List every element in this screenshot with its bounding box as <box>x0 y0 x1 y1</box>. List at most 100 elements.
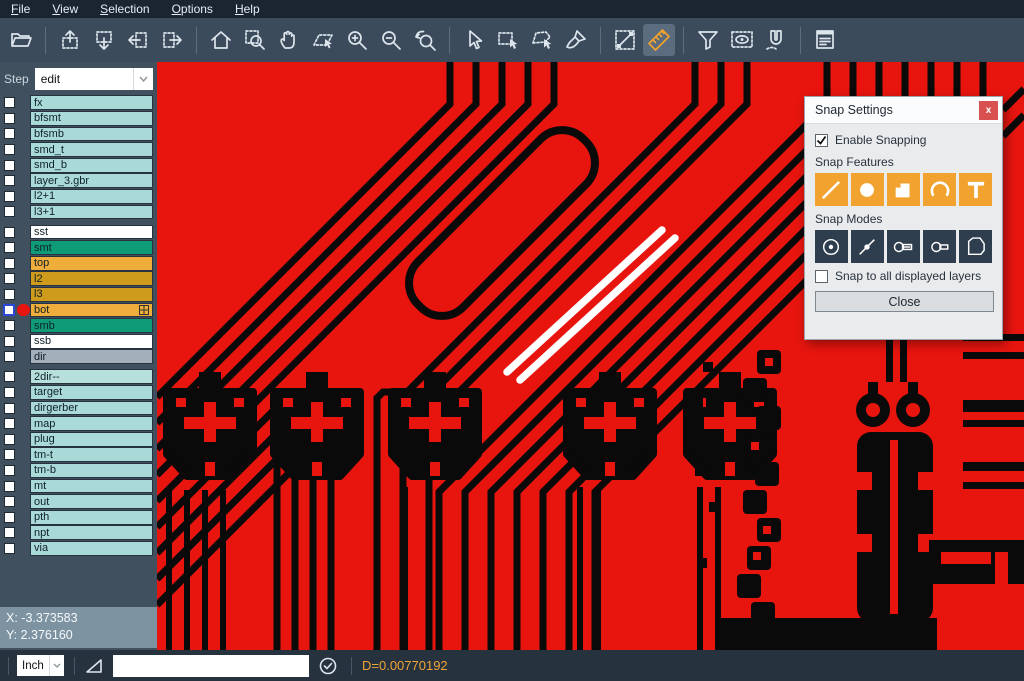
snap-button[interactable] <box>760 24 792 56</box>
zoom-out-button[interactable] <box>375 24 407 56</box>
layer-visibility-checkbox[interactable] <box>4 206 15 217</box>
layer-label[interactable]: sst <box>30 225 153 240</box>
layer-visibility-checkbox[interactable] <box>4 543 15 554</box>
close-button[interactable]: Close <box>815 291 994 312</box>
layer-label[interactable]: fx <box>30 95 153 110</box>
layer-label[interactable]: via <box>30 541 153 556</box>
layer-label[interactable]: l2 <box>30 271 153 286</box>
pan-hand-button[interactable] <box>273 24 305 56</box>
pan-down-button[interactable] <box>88 24 120 56</box>
layer-row[interactable]: dir <box>0 349 157 365</box>
layer-visibility-checkbox[interactable] <box>4 371 15 382</box>
layer-visibility-checkbox[interactable] <box>4 403 15 414</box>
command-input[interactable] <box>113 655 309 677</box>
snap-all-layers-checkbox[interactable] <box>815 270 828 283</box>
menu-item[interactable]: Help <box>224 1 271 18</box>
layer-label[interactable]: smt <box>30 240 153 255</box>
filter-button[interactable] <box>692 24 724 56</box>
layer-label[interactable]: npt <box>30 525 153 540</box>
layer-row[interactable]: l3 <box>0 287 157 303</box>
layer-label[interactable]: bot <box>30 303 153 318</box>
layer-visibility-checkbox[interactable] <box>4 273 15 284</box>
zoom-home-button[interactable] <box>205 24 237 56</box>
layer-label[interactable]: target <box>30 385 153 400</box>
layer-row[interactable]: l2+1 <box>0 189 157 205</box>
layer-label[interactable]: out <box>30 494 153 509</box>
layer-row[interactable]: l2 <box>0 271 157 287</box>
snap-feature-arc-button[interactable] <box>923 173 956 206</box>
snap-feature-pad-button[interactable] <box>851 173 884 206</box>
layer-row[interactable]: smd_b <box>0 157 157 173</box>
layer-label[interactable]: smd_b <box>30 158 153 173</box>
layer-visibility-checkbox[interactable] <box>4 481 15 492</box>
enable-snapping-checkbox[interactable] <box>815 134 828 147</box>
layer-visibility-checkbox[interactable] <box>4 144 15 155</box>
layer-visibility-checkbox[interactable] <box>4 351 15 362</box>
layer-visibility-checkbox[interactable] <box>4 160 15 171</box>
layer-row[interactable]: out <box>0 494 157 510</box>
layer-label[interactable]: plug <box>30 432 153 447</box>
layer-row[interactable]: smd_t <box>0 142 157 158</box>
layer-row[interactable]: tm-b <box>0 463 157 479</box>
layer-row[interactable]: target <box>0 385 157 401</box>
layer-visibility-checkbox[interactable] <box>4 289 15 300</box>
layer-row[interactable]: top <box>0 255 157 271</box>
layer-visibility-checkbox[interactable] <box>4 258 15 269</box>
layer-visibility-checkbox[interactable] <box>4 465 15 476</box>
layer-label[interactable]: top <box>30 256 153 271</box>
layer-visibility-checkbox[interactable] <box>4 512 15 523</box>
units-select[interactable]: Inch <box>17 655 64 676</box>
layer-visibility-checkbox[interactable] <box>4 387 15 398</box>
clear-brush-button[interactable] <box>560 24 592 56</box>
snap-feature-line-button[interactable] <box>815 173 848 206</box>
layer-label[interactable]: dir <box>30 349 153 364</box>
pan-right-button[interactable] <box>156 24 188 56</box>
layer-row[interactable]: via <box>0 541 157 557</box>
layer-row[interactable]: plug <box>0 431 157 447</box>
layer-label[interactable]: smb <box>30 318 153 333</box>
layer-visibility-checkbox[interactable] <box>4 227 15 238</box>
layer-label[interactable]: mt <box>30 479 153 494</box>
layer-visibility-checkbox[interactable] <box>4 113 15 124</box>
snap-feature-text-button[interactable] <box>959 173 992 206</box>
layer-visibility-checkbox[interactable] <box>3 304 15 316</box>
layer-label[interactable]: l2+1 <box>30 189 153 204</box>
layer-row[interactable]: dirgerber <box>0 400 157 416</box>
menu-item[interactable]: File <box>0 1 41 18</box>
layer-visibility-checkbox[interactable] <box>4 320 15 331</box>
snap-mode-pad-end-button[interactable] <box>923 230 956 263</box>
step-select[interactable]: edit <box>35 68 153 90</box>
dialog-close-button[interactable]: x <box>979 101 998 120</box>
layer-row[interactable]: map <box>0 416 157 432</box>
layer-visibility-checkbox[interactable] <box>4 496 15 507</box>
layer-label[interactable]: ssb <box>30 334 153 349</box>
layer-visibility-checkbox[interactable] <box>4 97 15 108</box>
angle-mode-button[interactable] <box>81 655 107 677</box>
layer-label[interactable]: l3+1 <box>30 205 153 220</box>
layer-label[interactable]: map <box>30 416 153 431</box>
layer-label[interactable]: bfsmt <box>30 111 153 126</box>
pan-left-button[interactable] <box>122 24 154 56</box>
layer-label[interactable]: layer_3.gbr <box>30 173 153 188</box>
layer-row[interactable]: 2dir-- <box>0 369 157 385</box>
zoom-previous-button[interactable] <box>409 24 441 56</box>
layer-row[interactable]: npt <box>0 525 157 541</box>
layer-label[interactable]: smd_t <box>30 142 153 157</box>
apply-button[interactable] <box>315 655 341 677</box>
layer-visibility-checkbox[interactable] <box>4 336 15 347</box>
layer-row[interactable]: sst <box>0 224 157 240</box>
layer-row[interactable]: pth <box>0 509 157 525</box>
report-button[interactable] <box>809 24 841 56</box>
layer-row[interactable]: fx <box>0 95 157 111</box>
highlight-button[interactable] <box>726 24 758 56</box>
snap-mode-corner-button[interactable] <box>959 230 992 263</box>
pan-up-button[interactable] <box>54 24 86 56</box>
layer-row[interactable]: bfsmb <box>0 126 157 142</box>
layer-label[interactable]: l3 <box>30 287 153 302</box>
layer-row[interactable]: mt <box>0 478 157 494</box>
measure-ruler-button[interactable] <box>643 24 675 56</box>
menu-item[interactable]: View <box>41 1 89 18</box>
measure-point-button[interactable] <box>609 24 641 56</box>
snap-mode-midpoint-button[interactable] <box>851 230 884 263</box>
layer-visibility-checkbox[interactable] <box>4 191 15 202</box>
